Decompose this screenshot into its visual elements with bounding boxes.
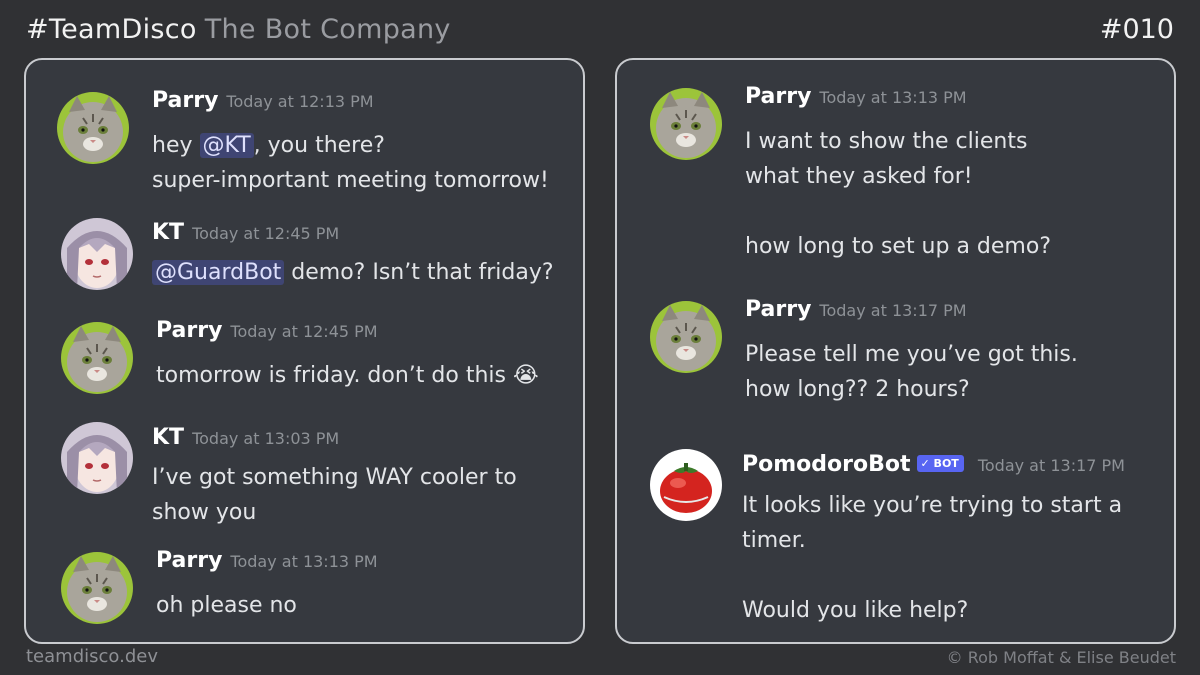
message-text: I’ve got something WAY cooler to bbox=[152, 465, 517, 490]
avatar[interactable] bbox=[57, 92, 129, 164]
message-text: demo? Isn’t that friday? bbox=[284, 260, 554, 285]
author-name[interactable]: PomodoroBot bbox=[742, 452, 911, 477]
author-name[interactable]: Parry bbox=[156, 318, 222, 343]
author-name[interactable]: Parry bbox=[745, 84, 811, 109]
message: Parry Today at 12:13 PM hey @KT, you ther… bbox=[26, 60, 583, 642]
message-body: tomorrow is friday. don’t do this 😭 bbox=[156, 358, 539, 393]
chat-panel-left: Parry Today at 12:13 PM hey @KT, you ther… bbox=[24, 58, 585, 644]
message-text: Would you like help? bbox=[742, 598, 969, 623]
author-name[interactable]: Parry bbox=[745, 297, 811, 322]
message: Parry Today at 13:13 PM I want to show th… bbox=[617, 60, 1174, 642]
message-text: , you there? bbox=[253, 133, 385, 158]
bot-badge: ✓ BOT bbox=[916, 455, 964, 472]
message-text: super-important meeting tomorrow! bbox=[152, 168, 549, 193]
message-body: @GuardBot demo? Isn’t that friday? bbox=[152, 255, 554, 290]
brand-subtitle: The Bot Company bbox=[204, 14, 451, 45]
message-text: show you bbox=[152, 500, 257, 525]
message-body: I want to show the clients what they ask… bbox=[745, 124, 1051, 264]
mention[interactable]: @GuardBot bbox=[152, 260, 285, 285]
message-body: It looks like you’re trying to start a t… bbox=[742, 488, 1122, 628]
timestamp: Today at 12:45 PM bbox=[230, 322, 378, 341]
avatar[interactable] bbox=[61, 422, 133, 494]
timestamp: Today at 12:13 PM bbox=[226, 92, 374, 111]
timestamp: Today at 13:17 PM bbox=[977, 456, 1125, 475]
footer-credit: © Rob Moffat & Elise Beudet bbox=[946, 648, 1176, 667]
avatar[interactable] bbox=[650, 301, 722, 373]
mention[interactable]: @KT bbox=[199, 133, 254, 158]
timestamp: Today at 12:45 PM bbox=[192, 224, 340, 243]
avatar[interactable] bbox=[61, 552, 133, 624]
avatar[interactable] bbox=[61, 218, 133, 290]
avatar[interactable] bbox=[650, 449, 722, 521]
crying-emoji-icon: 😭 bbox=[512, 363, 539, 388]
timestamp: Today at 13:13 PM bbox=[819, 88, 967, 107]
message-body: hey @KT, you there? super-important meet… bbox=[152, 128, 549, 198]
message-text: oh please no bbox=[156, 593, 297, 618]
message-text: how long?? 2 hours? bbox=[745, 377, 970, 402]
message-body: Please tell me you’ve got this. how long… bbox=[745, 337, 1078, 407]
message-body: oh please no bbox=[156, 588, 297, 623]
author-name[interactable]: KT bbox=[152, 425, 184, 450]
avatar[interactable] bbox=[61, 322, 133, 394]
message-text: timer. bbox=[742, 528, 806, 553]
message-text: tomorrow is friday. don’t do this bbox=[156, 363, 506, 388]
episode-number: #010 bbox=[1099, 14, 1174, 45]
timestamp: Today at 13:13 PM bbox=[230, 552, 378, 571]
message-text: what they asked for! bbox=[745, 164, 973, 189]
message-text: how long to set up a demo? bbox=[745, 234, 1052, 259]
author-name[interactable]: Parry bbox=[156, 548, 222, 573]
timestamp: Today at 13:03 PM bbox=[192, 429, 340, 448]
avatar[interactable] bbox=[650, 88, 722, 160]
timestamp: Today at 13:17 PM bbox=[819, 301, 967, 320]
footer-site[interactable]: teamdisco.dev bbox=[26, 646, 158, 667]
author-name[interactable]: KT bbox=[152, 220, 184, 245]
author-name[interactable]: Parry bbox=[152, 88, 218, 113]
chat-panel-right: Parry Today at 13:13 PM I want to show th… bbox=[615, 58, 1176, 644]
message-body: I’ve got something WAY cooler to show yo… bbox=[152, 460, 517, 530]
message-text: It looks like you’re trying to start a bbox=[742, 493, 1123, 518]
message-text: hey bbox=[152, 133, 200, 158]
message-text: Please tell me you’ve got this. bbox=[745, 342, 1078, 367]
message-text: I want to show the clients bbox=[745, 129, 1028, 154]
brand-name: #TeamDisco bbox=[26, 14, 197, 45]
header-title: #TeamDisco The Bot Company bbox=[26, 14, 451, 45]
